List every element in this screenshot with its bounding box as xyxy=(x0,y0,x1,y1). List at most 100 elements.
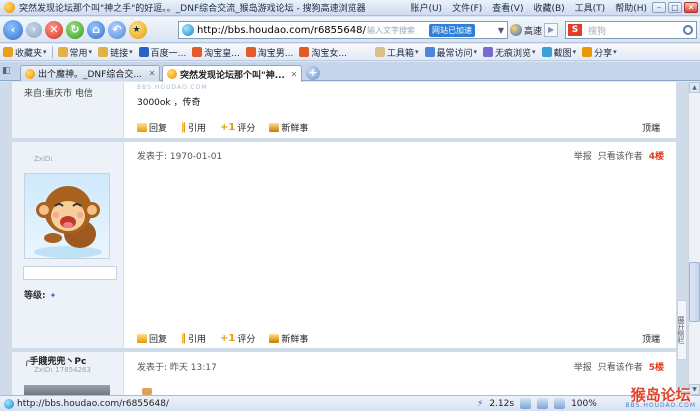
post-content-text: 3000ok ，传奇 xyxy=(137,98,201,108)
report-link[interactable]: 举报 xyxy=(574,149,592,162)
quote-button[interactable]: ‖ 引用 xyxy=(181,121,206,135)
close-button[interactable]: ✕ xyxy=(684,2,698,13)
floor-number[interactable]: 5楼 xyxy=(649,360,664,373)
avatar[interactable] xyxy=(24,385,110,395)
address-bar[interactable]: http://bbs.houdao.com/r6855648/ 输入文字搜索 网… xyxy=(178,21,508,39)
refresh-button[interactable]: ↻ xyxy=(66,20,84,39)
fav-item-baidu[interactable]: 百度一... xyxy=(138,46,190,59)
tab-close-icon[interactable]: ✕ xyxy=(289,70,299,79)
reply-button[interactable]: 回复 xyxy=(137,332,167,345)
action-label: 评分 xyxy=(237,124,256,134)
user-title-box xyxy=(23,266,117,280)
favorites-star-button[interactable]: ★ xyxy=(129,20,147,39)
fav-item-common[interactable]: 常用 ▾ xyxy=(57,46,96,59)
site-accelerated-badge[interactable]: 网站已加速 xyxy=(429,23,475,37)
only-author-link[interactable]: 只看该作者 xyxy=(598,149,643,162)
back-to-top-link[interactable]: 顶端 xyxy=(642,121,660,134)
scroll-up-icon[interactable]: ▲ xyxy=(689,82,700,93)
taobao-icon xyxy=(245,47,256,57)
minimize-button[interactable]: – xyxy=(652,2,666,13)
menu-view[interactable]: 查看(V) xyxy=(487,1,528,14)
download-icon[interactable] xyxy=(520,398,532,409)
houdao-watermark: 猴岛论坛 BBS.HOUDAO.COM xyxy=(626,388,696,409)
load-speed-icon: ⚡ xyxy=(477,398,484,409)
fav-item-taobao-3[interactable]: 淘宝女... xyxy=(299,46,350,59)
history-button[interactable]: ↶ xyxy=(108,20,126,39)
tab-dnf-mojin[interactable]: 出个魔神。_DNF综合交... ✕ xyxy=(20,65,160,81)
watermark-text: BBS.HOUDAO.COM xyxy=(137,84,208,91)
fav-item-collection[interactable]: 收藏夹 ▾ xyxy=(3,46,50,59)
floor-number[interactable]: 4楼 xyxy=(649,149,664,162)
speed-shield-icon xyxy=(510,24,522,36)
fav-item-taobao-1[interactable]: 淘宝皇... xyxy=(192,46,243,59)
screenshot-icon[interactable] xyxy=(554,398,566,409)
speed-mode[interactable]: 高速 ▶ xyxy=(510,21,559,39)
report-link[interactable]: 举报 xyxy=(574,360,592,373)
menu-bar: 账户(U) 文件(F) 查看(V) 收藏(B) 工具(T) 帮助(H) xyxy=(405,1,652,14)
load-time: 2.12s xyxy=(489,398,515,409)
search-icon[interactable] xyxy=(683,25,693,35)
search-box[interactable]: S 搜狗 xyxy=(565,21,697,39)
tab-current-thread[interactable]: 突然发现论坛那个叫"神... ✕ xyxy=(162,65,302,82)
fav-label: 百度一... xyxy=(150,48,187,59)
post-time: 发表于: 昨天 13:17 xyxy=(137,363,217,373)
menu-favorites[interactable]: 收藏(B) xyxy=(528,1,569,14)
new-tab-button[interactable]: + xyxy=(306,66,320,80)
menu-help[interactable]: 帮助(H) xyxy=(610,1,652,14)
action-label: 引用 xyxy=(188,335,207,345)
attachment-icon xyxy=(142,388,152,395)
tab-list-icon[interactable]: ◧ xyxy=(2,66,16,78)
reply-button[interactable]: 回复 xyxy=(137,121,167,134)
zoom-level[interactable]: 100% xyxy=(571,399,597,409)
chevron-down-icon: ▾ xyxy=(572,48,577,56)
address-url[interactable]: http://bbs.houdao.com/r6855648/ xyxy=(197,25,367,36)
rate-button[interactable]: +1 评分 xyxy=(220,332,255,346)
go-arrow-icon[interactable]: ▶ xyxy=(544,23,559,37)
post-actions: 回复 ‖ 引用 +1 评分 新鲜事 xyxy=(137,121,322,134)
back-to-top-link[interactable]: 顶端 xyxy=(642,332,660,345)
fav-item-screenshot[interactable]: 截图 ▾ xyxy=(541,46,580,59)
tab-close-icon[interactable]: ✕ xyxy=(147,69,157,78)
fav-item-share[interactable]: 分享 ▾ xyxy=(582,46,620,59)
news-button[interactable]: 新鲜事 xyxy=(269,332,308,345)
news-button[interactable]: 新鲜事 xyxy=(269,121,308,134)
post-actions: 回复 ‖ 引用 +1 评分 新鲜事 xyxy=(137,332,322,345)
scrollbar-thumb[interactable] xyxy=(689,262,700,322)
fav-label: 分享 xyxy=(594,48,613,59)
fav-label: 收藏夹 xyxy=(15,48,43,59)
chevron-down-icon: ▾ xyxy=(129,48,133,56)
post-divider xyxy=(12,348,676,352)
expand-sidebar-tab[interactable]: 展开侧栏 xyxy=(677,300,687,360)
action-label: 回复 xyxy=(149,124,168,134)
fav-item-incognito[interactable]: 无痕浏览 ▾ xyxy=(483,46,539,59)
fav-item-links[interactable]: 链接 ▾ xyxy=(98,46,136,59)
menu-file[interactable]: 文件(F) xyxy=(447,1,487,14)
stop-button[interactable]: ✕ xyxy=(45,20,63,39)
baidu-icon xyxy=(138,47,149,57)
home-button[interactable]: ⌂ xyxy=(87,20,105,39)
forum-page: 来自:重庆市 电信 BBS.HOUDAO.COM 3000ok ，传奇 回复 ‖… xyxy=(12,82,676,395)
chevron-down-icon: ▾ xyxy=(414,48,419,56)
menu-account[interactable]: 账户(U) xyxy=(405,1,447,14)
sound-icon[interactable] xyxy=(537,398,549,409)
address-dropdown-icon[interactable]: ▼ xyxy=(495,26,507,35)
menu-tools[interactable]: 工具(T) xyxy=(570,1,611,14)
back-button[interactable]: ‹ xyxy=(3,19,23,40)
avatar[interactable] xyxy=(24,173,110,259)
quote-button[interactable]: ‖ 引用 xyxy=(181,332,207,346)
fav-item-taobao-2[interactable]: 淘宝男... xyxy=(245,46,297,59)
favorites-bar: 收藏夹 ▾ 常用 ▾ 链接 ▾ 百度一... 淘宝皇... 淘宝男... 淘宝女...… xyxy=(0,44,700,61)
sogou-browser-icon xyxy=(4,2,15,13)
speed-mode-label: 高速 xyxy=(524,26,543,37)
rate-button[interactable]: +1 评分 xyxy=(220,121,256,135)
forward-button[interactable]: › xyxy=(26,21,42,38)
maximize-button[interactable]: □ xyxy=(668,2,682,13)
level-star-icon: ✦ xyxy=(49,291,57,300)
fav-item-most-visited[interactable]: 最常访问 ▾ xyxy=(424,46,481,59)
navigation-bar: ‹ › ✕ ↻ ⌂ ↶ ★ http://bbs.houdao.com/r685… xyxy=(0,17,700,43)
scissors-icon xyxy=(541,47,552,57)
vertical-scrollbar[interactable]: ▲ ▼ xyxy=(688,82,700,395)
only-author-link[interactable]: 只看该作者 xyxy=(598,360,643,373)
sogou-search-icon[interactable]: S xyxy=(568,24,582,36)
fav-item-toolbox[interactable]: 工具箱 ▾ xyxy=(374,46,422,59)
